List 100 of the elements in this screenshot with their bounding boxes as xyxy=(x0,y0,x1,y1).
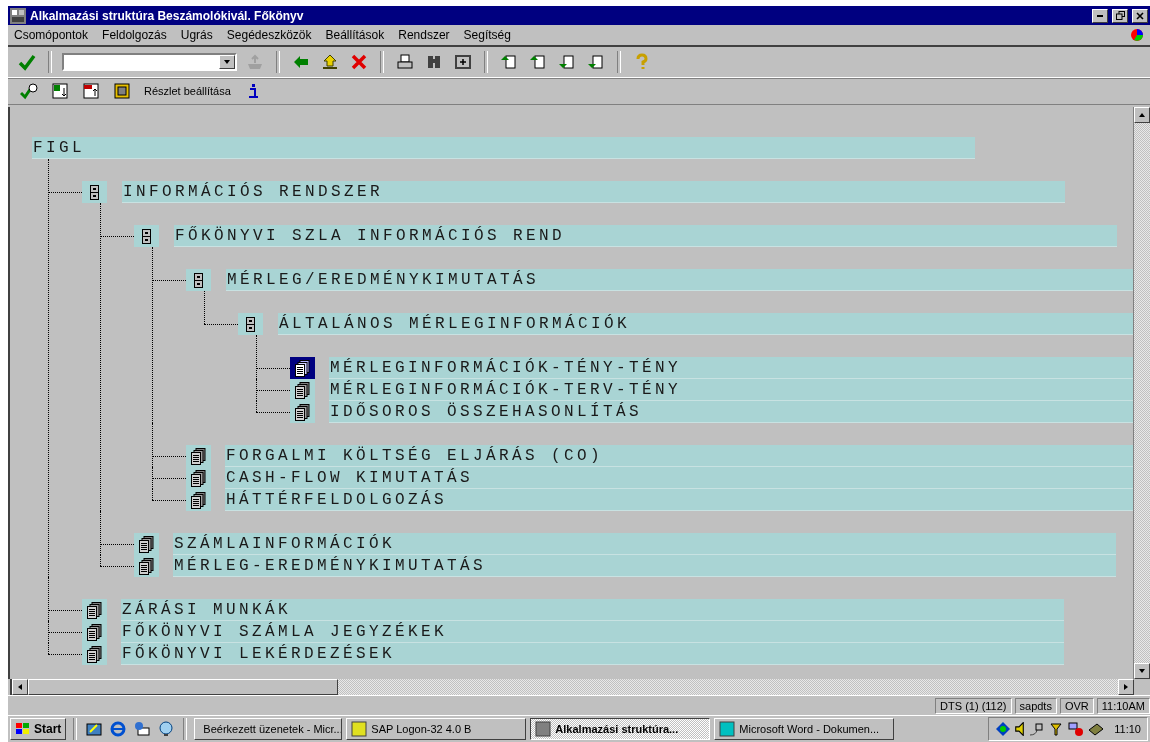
tree-node-label[interactable]: MÉRLEGINFORMÁCIÓK-TERV-TÉNY xyxy=(329,379,1133,401)
minimize-button[interactable] xyxy=(1092,8,1108,23)
status-field: OVR xyxy=(1059,698,1094,714)
tree-node-label[interactable]: ZÁRÁSI MUNKÁK xyxy=(121,599,1064,621)
document-stack-icon xyxy=(87,623,102,641)
menu-item[interactable]: Segédeszközök xyxy=(226,28,312,42)
close-icon xyxy=(350,53,368,71)
restore-icon xyxy=(1115,11,1125,20)
node-icon-cell[interactable] xyxy=(290,357,315,379)
plus-down-icon xyxy=(51,82,69,100)
document-stack-icon xyxy=(295,381,310,399)
menu-item[interactable]: Segítség xyxy=(463,28,511,42)
document-stack-icon xyxy=(295,403,310,421)
node-icon-cell[interactable] xyxy=(290,401,315,423)
speaker-icon xyxy=(1015,722,1025,736)
detail-settings-button[interactable]: Részlet beállítása xyxy=(142,85,233,97)
document-stack-icon xyxy=(191,469,206,487)
taskbar-button[interactable]: Alkalmazási struktúra... xyxy=(530,718,711,740)
tree-node-label[interactable]: ÁLTALÁNOS MÉRLEGINFORMÁCIÓK xyxy=(278,313,1133,335)
minus-up-icon xyxy=(82,82,100,100)
plug-icon xyxy=(1028,721,1045,737)
tree-root-label[interactable]: FIGL xyxy=(32,137,975,159)
scroll-left-button[interactable] xyxy=(12,679,28,695)
network-icon xyxy=(995,721,1012,737)
tree-node-label[interactable]: INFORMÁCIÓS RENDSZER xyxy=(122,181,1065,203)
node-icon-cell[interactable] xyxy=(82,621,107,643)
node-icon-cell[interactable] xyxy=(186,445,211,467)
printer-icon xyxy=(396,53,414,71)
menu-item[interactable]: Csomópontok xyxy=(14,28,89,42)
tree-node-label[interactable]: FŐKÖNYVI SZLA INFORMÁCIÓS REND xyxy=(174,225,1117,247)
frame-icon xyxy=(113,82,131,100)
vertical-scrollbar[interactable] xyxy=(1133,107,1150,679)
document-stack-icon xyxy=(139,557,154,575)
tree-node-label[interactable]: HÁTTÉRFELDOLGOZÁS xyxy=(225,489,1133,511)
node-icon-cell[interactable] xyxy=(134,555,159,577)
document-stack-icon xyxy=(191,491,206,509)
menu-item[interactable]: Ugrás xyxy=(180,28,213,42)
node-icon-cell[interactable] xyxy=(82,643,107,665)
node-icon-cell[interactable] xyxy=(82,181,107,203)
tray-icon xyxy=(246,53,264,71)
scroll-right-button[interactable] xyxy=(1118,679,1134,695)
mail-shortcut[interactable] xyxy=(132,719,153,739)
page-arrow-icon xyxy=(587,53,605,71)
expand-button[interactable] xyxy=(49,80,71,102)
node-icon-cell[interactable] xyxy=(134,533,159,555)
down-arrow-icon xyxy=(1138,667,1146,675)
binoculars-plus-icon xyxy=(454,53,472,71)
tree-node-label[interactable]: SZÁMLAINFORMÁCIÓK xyxy=(173,533,1116,555)
cabinet-icon xyxy=(246,316,255,332)
taskbar-button[interactable]: Beérkezett üzenetek - Micr... xyxy=(194,718,343,740)
close-icon xyxy=(1136,11,1144,20)
scroll-down-button[interactable] xyxy=(1134,663,1150,679)
collapse-button[interactable] xyxy=(80,80,102,102)
menu-item[interactable]: Beállítások xyxy=(325,28,385,42)
tree-node-label[interactable]: MÉRLEGINFORMÁCIÓK-TÉNY-TÉNY xyxy=(329,357,1133,379)
envelope-icon xyxy=(134,721,151,737)
node-icon-cell[interactable] xyxy=(82,599,107,621)
scroll-thumb[interactable] xyxy=(28,679,338,695)
tree-node-label[interactable]: MÉRLEG-EREDMÉNYKIMUTATÁS xyxy=(173,555,1116,577)
tree-node-label[interactable]: IDŐSOROS ÖSSZEHASONLÍTÁS xyxy=(329,401,1133,423)
tree-node-label[interactable]: FORGALMI KÖLTSÉG ELJÁRÁS (CO) xyxy=(225,445,1133,467)
taskbar-button[interactable]: SAP Logon-32 4.0 B xyxy=(346,718,527,740)
status-field: sapdts xyxy=(1014,698,1057,714)
cabinet-icon xyxy=(90,184,99,200)
node-icon-cell[interactable] xyxy=(238,313,263,335)
menu-item[interactable]: Rendszer xyxy=(398,28,450,42)
page-arrow-icon xyxy=(529,53,547,71)
start-button[interactable]: Start xyxy=(10,718,67,740)
cabinet-icon xyxy=(142,228,151,244)
node-icon-cell[interactable] xyxy=(186,467,211,489)
tree-node-label[interactable]: FŐKÖNYVI LEKÉRDEZÉSEK xyxy=(121,643,1064,665)
check-clock-icon xyxy=(20,82,38,100)
tree-node-label[interactable]: MÉRLEG/EREDMÉNYKIMUTATÁS xyxy=(226,269,1133,291)
node-icon-cell[interactable] xyxy=(186,269,211,291)
tree-node-label[interactable]: FŐKÖNYVI SZÁMLA JEGYZÉKEK xyxy=(121,621,1064,643)
execute-button[interactable] xyxy=(18,80,40,102)
settings-button[interactable] xyxy=(111,80,133,102)
checkmark-icon xyxy=(18,53,36,71)
menu-item[interactable]: Feldolgozás xyxy=(102,28,167,42)
restore-button[interactable] xyxy=(1112,8,1128,23)
document-stack-icon xyxy=(87,645,102,663)
taskbar-button[interactable]: Microsoft Word - Dokumen... xyxy=(714,718,895,740)
program-icon xyxy=(351,721,368,737)
desktop-icon xyxy=(86,721,103,737)
up-arrow-icon xyxy=(321,53,339,71)
node-icon-cell[interactable] xyxy=(290,379,315,401)
scroll-up-button[interactable] xyxy=(1134,107,1150,123)
right-arrow-icon xyxy=(1122,683,1130,691)
window-title: Alkalmazási struktúra Beszámolókivál. Főkönyv xyxy=(30,8,305,23)
document-stack-icon xyxy=(295,359,310,377)
command-field[interactable] xyxy=(62,53,237,71)
cabinet-icon xyxy=(194,272,203,288)
document-stack-icon xyxy=(191,447,206,465)
dropdown-button[interactable] xyxy=(219,55,235,69)
page-arrow-icon xyxy=(500,53,518,71)
close-button[interactable] xyxy=(1132,8,1148,23)
tree-node-label[interactable]: CASH-FLOW KIMUTATÁS xyxy=(225,467,1133,489)
status-field: 11:10AM xyxy=(1096,698,1150,714)
node-icon-cell[interactable] xyxy=(134,225,159,247)
node-icon-cell[interactable] xyxy=(186,489,211,511)
